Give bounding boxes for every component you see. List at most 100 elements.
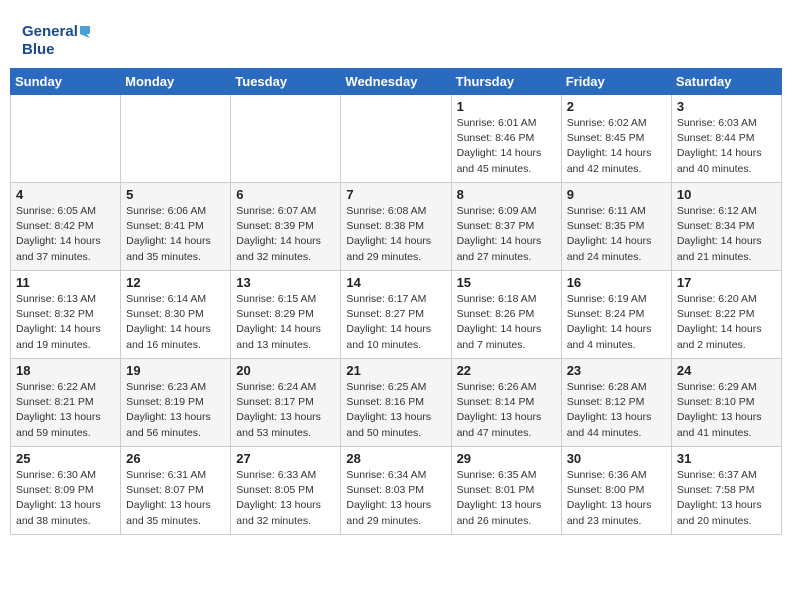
calendar-day-cell: 23Sunrise: 6:28 AM Sunset: 8:12 PM Dayli…: [561, 359, 671, 447]
calendar-header-row: SundayMondayTuesdayWednesdayThursdayFrid…: [11, 69, 782, 95]
calendar-day-cell: [11, 95, 121, 183]
day-info: Sunrise: 6:30 AM Sunset: 8:09 PM Dayligh…: [16, 468, 115, 529]
logo: General Blue: [20, 16, 90, 60]
day-info: Sunrise: 6:13 AM Sunset: 8:32 PM Dayligh…: [16, 292, 115, 353]
day-number: 19: [126, 363, 225, 378]
calendar-day-cell: 28 Sunrise: 6:34 AM Sunset: 8:03 PM Dayli…: [341, 447, 451, 535]
calendar-day-cell: [231, 95, 341, 183]
day-of-week-header: Wednesday: [341, 69, 451, 95]
calendar-day-cell: 1 Sunrise: 6:01 AM Sunset: 8:46 PM Daylig…: [451, 95, 561, 183]
day-of-week-header: Sunday: [11, 69, 121, 95]
day-info: Sunrise: 6:34 AM Sunset: 8:03 PM Dayligh…: [346, 468, 445, 529]
calendar-day-cell: 9 Sunrise: 6:11 AM Sunset: 8:35 PM Daylig…: [561, 183, 671, 271]
day-info: Sunrise: 6:24 AM Sunset: 8:17 PM Dayligh…: [236, 380, 335, 441]
calendar-container: SundayMondayTuesdayWednesdayThursdayFrid…: [0, 68, 792, 545]
day-info: Sunrise: 6:35 AM Sunset: 8:01 PM Dayligh…: [457, 468, 556, 529]
day-info: Sunrise: 6:22 AM Sunset: 8:21 PM Dayligh…: [16, 380, 115, 441]
day-info: Sunrise: 6:08 AM Sunset: 8:38 PM Dayligh…: [346, 204, 445, 265]
calendar-week-row: 1 Sunrise: 6:01 AM Sunset: 8:46 PM Daylig…: [11, 95, 782, 183]
calendar-day-cell: 18 Sunrise: 6:22 AM Sunset: 8:21 PM Dayli…: [11, 359, 121, 447]
day-info: Sunrise: 6:18 AM Sunset: 8:26 PM Dayligh…: [457, 292, 556, 353]
day-number: 11: [16, 275, 115, 290]
day-number: 5: [126, 187, 225, 202]
day-number: 8: [457, 187, 556, 202]
day-number: 4: [16, 187, 115, 202]
day-info: Sunrise: 6:07 AM Sunset: 8:39 PM Dayligh…: [236, 204, 335, 265]
day-of-week-header: Thursday: [451, 69, 561, 95]
day-info: Sunrise: 6:05 AM Sunset: 8:42 PM Dayligh…: [16, 204, 115, 265]
day-number: 30: [567, 451, 666, 466]
logo-svg: General Blue: [20, 16, 90, 60]
calendar-day-cell: 11 Sunrise: 6:13 AM Sunset: 8:32 PM Dayli…: [11, 271, 121, 359]
day-info: Sunrise: 6:06 AM Sunset: 8:41 PM Dayligh…: [126, 204, 225, 265]
calendar-day-cell: 24 Sunrise: 6:29 AM Sunset: 8:10 PM Dayli…: [671, 359, 781, 447]
day-number: 24: [677, 363, 776, 378]
calendar-day-cell: 25 Sunrise: 6:30 AM Sunset: 8:09 PM Dayli…: [11, 447, 121, 535]
day-of-week-header: Friday: [561, 69, 671, 95]
day-number: 9: [567, 187, 666, 202]
calendar-day-cell: 14 Sunrise: 6:17 AM Sunset: 8:27 PM Dayli…: [341, 271, 451, 359]
day-number: 28: [346, 451, 445, 466]
calendar-day-cell: 31 Sunrise: 6:37 AM Sunset: 7:58 PM Dayli…: [671, 447, 781, 535]
day-number: 16: [567, 275, 666, 290]
calendar-table: SundayMondayTuesdayWednesdayThursdayFrid…: [10, 68, 782, 535]
calendar-day-cell: [121, 95, 231, 183]
calendar-day-cell: 13Sunrise: 6:15 AM Sunset: 8:29 PM Dayli…: [231, 271, 341, 359]
day-number: 1: [457, 99, 556, 114]
day-number: 21: [346, 363, 445, 378]
day-number: 6: [236, 187, 335, 202]
day-number: 2: [567, 99, 666, 114]
calendar-day-cell: 6 Sunrise: 6:07 AM Sunset: 8:39 PM Daylig…: [231, 183, 341, 271]
calendar-day-cell: 21 Sunrise: 6:25 AM Sunset: 8:16 PM Dayli…: [341, 359, 451, 447]
day-of-week-header: Tuesday: [231, 69, 341, 95]
day-number: 27: [236, 451, 335, 466]
day-number: 12: [126, 275, 225, 290]
day-info: Sunrise: 6:11 AM Sunset: 8:35 PM Dayligh…: [567, 204, 666, 265]
day-number: 23: [567, 363, 666, 378]
svg-text:General: General: [22, 23, 78, 40]
calendar-day-cell: 2 Sunrise: 6:02 AM Sunset: 8:45 PM Daylig…: [561, 95, 671, 183]
day-of-week-header: Saturday: [671, 69, 781, 95]
day-number: 31: [677, 451, 776, 466]
calendar-day-cell: 8 Sunrise: 6:09 AM Sunset: 8:37 PM Daylig…: [451, 183, 561, 271]
day-number: 14: [346, 275, 445, 290]
day-of-week-header: Monday: [121, 69, 231, 95]
day-info: Sunrise: 6:29 AM Sunset: 8:10 PM Dayligh…: [677, 380, 776, 441]
calendar-day-cell: 12 Sunrise: 6:14 AM Sunset: 8:30 PM Dayli…: [121, 271, 231, 359]
day-info: Sunrise: 6:15 AM Sunset: 8:29 PM Dayligh…: [236, 292, 335, 353]
calendar-day-cell: 5 Sunrise: 6:06 AM Sunset: 8:41 PM Daylig…: [121, 183, 231, 271]
day-info: Sunrise: 6:09 AM Sunset: 8:37 PM Dayligh…: [457, 204, 556, 265]
day-number: 29: [457, 451, 556, 466]
calendar-week-row: 11 Sunrise: 6:13 AM Sunset: 8:32 PM Dayli…: [11, 271, 782, 359]
calendar-day-cell: [341, 95, 451, 183]
day-number: 15: [457, 275, 556, 290]
day-info: Sunrise: 6:01 AM Sunset: 8:46 PM Dayligh…: [457, 116, 556, 177]
calendar-day-cell: 27 Sunrise: 6:33 AM Sunset: 8:05 PM Dayli…: [231, 447, 341, 535]
day-number: 10: [677, 187, 776, 202]
day-info: Sunrise: 6:37 AM Sunset: 7:58 PM Dayligh…: [677, 468, 776, 529]
calendar-day-cell: 20 Sunrise: 6:24 AM Sunset: 8:17 PM Dayli…: [231, 359, 341, 447]
calendar-week-row: 18 Sunrise: 6:22 AM Sunset: 8:21 PM Dayli…: [11, 359, 782, 447]
day-info: Sunrise: 6:33 AM Sunset: 8:05 PM Dayligh…: [236, 468, 335, 529]
svg-text:Blue: Blue: [22, 41, 55, 58]
day-number: 25: [16, 451, 115, 466]
day-info: Sunrise: 6:14 AM Sunset: 8:30 PM Dayligh…: [126, 292, 225, 353]
day-info: Sunrise: 6:03 AM Sunset: 8:44 PM Dayligh…: [677, 116, 776, 177]
day-info: Sunrise: 6:17 AM Sunset: 8:27 PM Dayligh…: [346, 292, 445, 353]
day-number: 18: [16, 363, 115, 378]
calendar-day-cell: 7Sunrise: 6:08 AM Sunset: 8:38 PM Daylig…: [341, 183, 451, 271]
day-info: Sunrise: 6:19 AM Sunset: 8:24 PM Dayligh…: [567, 292, 666, 353]
calendar-day-cell: 4 Sunrise: 6:05 AM Sunset: 8:42 PM Daylig…: [11, 183, 121, 271]
day-info: Sunrise: 6:26 AM Sunset: 8:14 PM Dayligh…: [457, 380, 556, 441]
calendar-day-cell: 16 Sunrise: 6:19 AM Sunset: 8:24 PM Dayli…: [561, 271, 671, 359]
calendar-week-row: 4 Sunrise: 6:05 AM Sunset: 8:42 PM Daylig…: [11, 183, 782, 271]
day-info: Sunrise: 6:02 AM Sunset: 8:45 PM Dayligh…: [567, 116, 666, 177]
day-number: 20: [236, 363, 335, 378]
calendar-day-cell: 22Sunrise: 6:26 AM Sunset: 8:14 PM Dayli…: [451, 359, 561, 447]
day-info: Sunrise: 6:36 AM Sunset: 8:00 PM Dayligh…: [567, 468, 666, 529]
day-number: 3: [677, 99, 776, 114]
page-header: General Blue: [0, 0, 792, 68]
day-info: Sunrise: 6:25 AM Sunset: 8:16 PM Dayligh…: [346, 380, 445, 441]
calendar-day-cell: 30 Sunrise: 6:36 AM Sunset: 8:00 PM Dayli…: [561, 447, 671, 535]
day-info: Sunrise: 6:20 AM Sunset: 8:22 PM Dayligh…: [677, 292, 776, 353]
